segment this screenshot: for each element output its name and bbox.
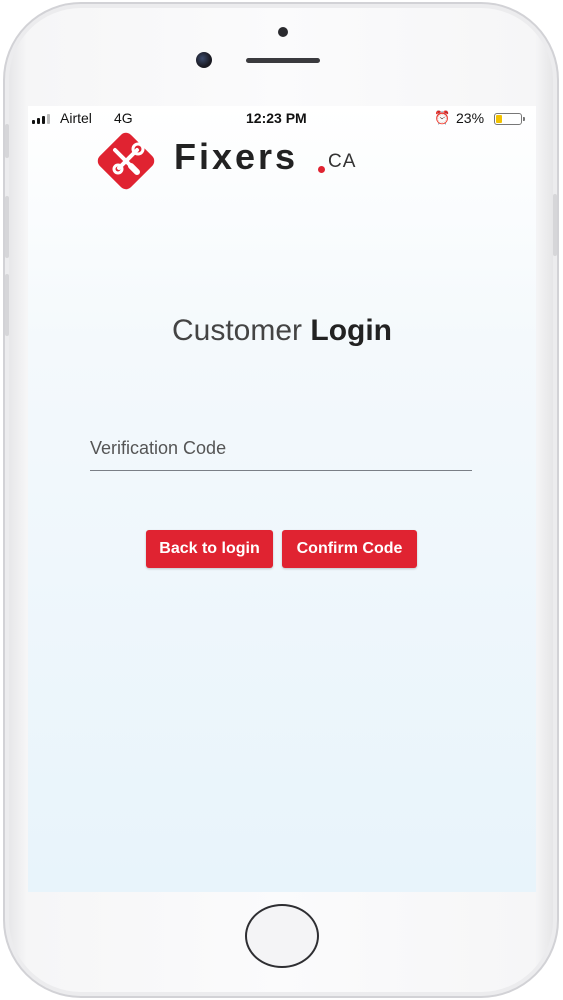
title-light: Customer xyxy=(171,314,303,347)
clock: 12:23 PM xyxy=(246,110,307,126)
page-title: Customer Login xyxy=(28,314,536,348)
front-camera xyxy=(196,52,212,68)
title-bold: Login xyxy=(310,314,393,347)
fixers-logo: Fixers CA xyxy=(94,129,396,193)
back-to-login-button[interactable]: Back to login xyxy=(146,530,273,568)
mute-switch xyxy=(5,124,9,158)
logo-wordmark: Fixers xyxy=(174,136,299,177)
signal-icon xyxy=(32,114,50,124)
battery-fill xyxy=(496,115,502,123)
network-type: 4G xyxy=(114,110,133,126)
logo-tld: CA xyxy=(328,151,357,172)
battery-percent: 23% xyxy=(456,110,485,126)
power-button xyxy=(553,194,557,256)
carrier-name: Airtel xyxy=(60,110,92,126)
verification-code-input[interactable] xyxy=(90,426,472,471)
logo-dot xyxy=(318,166,325,173)
alarm-icon: ⏰ xyxy=(434,110,451,125)
proximity-sensor xyxy=(278,27,288,37)
confirm-code-button[interactable]: Confirm Code xyxy=(282,530,417,568)
home-button[interactable] xyxy=(245,904,319,968)
volume-up-button xyxy=(5,196,9,258)
fixers-logo-icon xyxy=(112,142,145,175)
status-bar: Airtel 4G 12:23 PM ⏰ 23% xyxy=(28,106,536,130)
volume-down-button xyxy=(5,274,9,336)
earpiece-speaker xyxy=(246,58,320,63)
app-screen: Airtel 4G 12:23 PM ⏰ 23% Fixers CA Custo… xyxy=(28,106,536,892)
battery-icon xyxy=(494,113,525,125)
